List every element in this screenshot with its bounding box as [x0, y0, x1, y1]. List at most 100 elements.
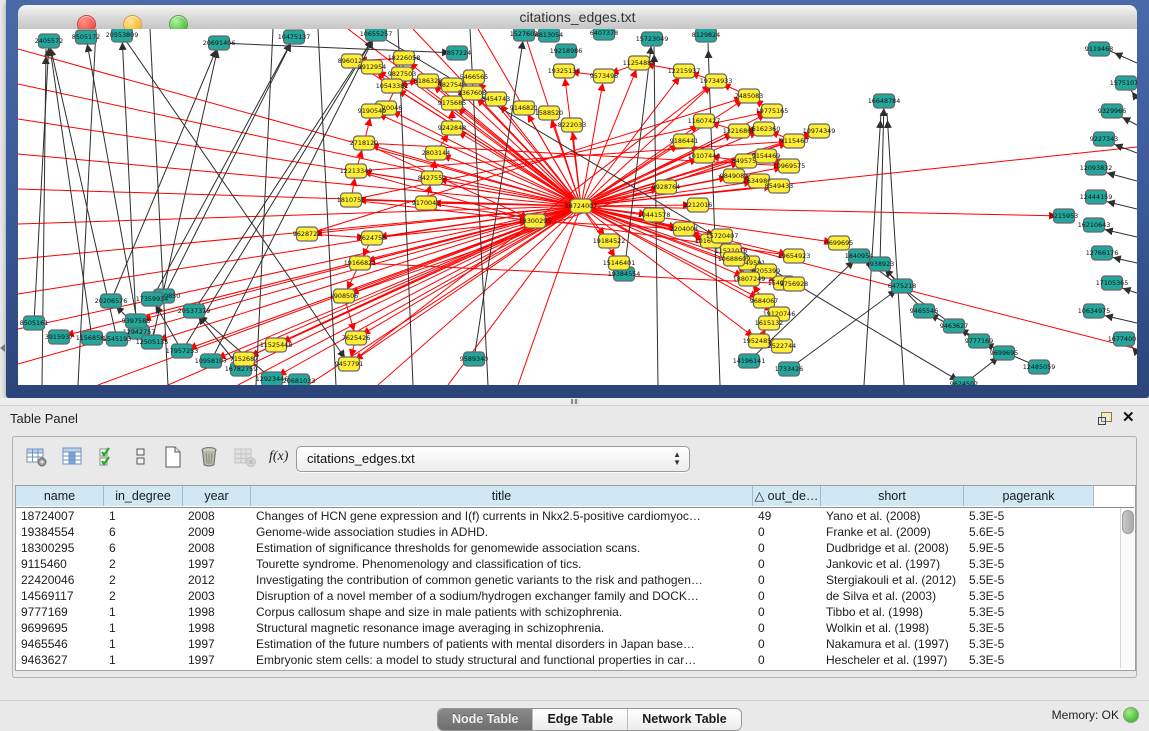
column-header-in_degree[interactable]: in_degree — [104, 486, 183, 506]
cell-pagerank[interactable]: 5.3E-5 — [964, 620, 1094, 636]
graph-node[interactable]: 9115460 — [780, 134, 808, 148]
cell-name[interactable]: 18724007 — [16, 508, 104, 524]
cell-title[interactable]: Structural magnetic resonance image aver… — [251, 620, 753, 636]
cell-title[interactable]: Corpus callosum shape and size in male p… — [251, 604, 753, 620]
graph-node[interactable]: 9624502 — [950, 377, 978, 385]
graph-node[interactable]: 8212016 — [684, 198, 712, 212]
cell-out_degree[interactable]: 0 — [753, 540, 821, 556]
cell-title[interactable]: Embryonic stem cells: a model to study s… — [251, 652, 753, 668]
cell-out_degree[interactable]: 0 — [753, 604, 821, 620]
cell-out_degree[interactable]: 49 — [753, 508, 821, 524]
graph-node[interactable]: 9146821 — [510, 101, 538, 115]
cell-name[interactable]: 22420046 — [16, 572, 104, 588]
cell-name[interactable]: 9699695 — [16, 620, 104, 636]
graph-node[interactable]: 8505172 — [72, 30, 100, 44]
cell-out_degree[interactable]: 0 — [753, 556, 821, 572]
cell-pagerank[interactable]: 5.3E-5 — [964, 588, 1094, 604]
graph-node[interactable]: 6475218 — [888, 279, 916, 293]
cell-title[interactable]: Changes of HCN gene expression and I(f) … — [251, 508, 753, 524]
graph-node[interactable]: 15723049 — [636, 32, 669, 46]
cell-name[interactable]: 9465546 — [16, 636, 104, 652]
cell-in_degree[interactable]: 2 — [104, 556, 183, 572]
cell-name[interactable]: 9115460 — [16, 556, 104, 572]
cell-short[interactable]: Nakamura et al. (1997) — [821, 636, 964, 652]
graph-node[interactable]: 9777169 — [965, 334, 993, 348]
cell-short[interactable]: Stergiakouli et al. (2012) — [821, 572, 964, 588]
graph-node[interactable]: 14196141 — [733, 354, 766, 368]
graph-node[interactable]: 7857224 — [443, 46, 471, 60]
graph-node[interactable]: 9154469 — [752, 149, 780, 163]
graph-node[interactable]: 9329966 — [1098, 104, 1126, 118]
cell-name[interactable]: 18300295 — [16, 540, 104, 556]
row-height-button[interactable] — [129, 445, 155, 471]
cell-title[interactable]: Estimation of the future numbers of pati… — [251, 636, 753, 652]
graph-node[interactable]: 9119468 — [1085, 42, 1113, 56]
scrollbar-thumb[interactable] — [1122, 510, 1134, 534]
split-pane-divider[interactable] — [0, 398, 1149, 406]
cell-year[interactable]: 2009 — [183, 524, 251, 540]
graph-node[interactable]: 20691406 — [203, 36, 236, 50]
graph-node[interactable]: 8215953 — [1050, 209, 1078, 223]
graph-node[interactable]: 12213349 — [340, 164, 373, 178]
graph-node[interactable]: 8427552 — [418, 171, 446, 185]
cell-short[interactable]: Wolkin et al. (1998) — [821, 620, 964, 636]
graph-node[interactable]: 9227343 — [1090, 132, 1118, 146]
graph-node[interactable]: 9170043 — [412, 196, 440, 210]
graph-node[interactable]: 10475137 — [278, 30, 311, 44]
graph-node[interactable]: 9463627 — [940, 319, 968, 333]
cell-in_degree[interactable]: 2 — [104, 588, 183, 604]
cell-year[interactable]: 2008 — [183, 508, 251, 524]
cell-pagerank[interactable]: 5.5E-5 — [964, 572, 1094, 588]
graph-node[interactable]: 9465546 — [910, 304, 938, 318]
cell-out_degree[interactable]: 0 — [753, 572, 821, 588]
graph-node[interactable]: 9684067 — [750, 294, 778, 308]
graph-node[interactable]: 10655257 — [360, 29, 393, 41]
table-settings-button[interactable] — [25, 445, 51, 471]
cell-year[interactable]: 1997 — [183, 636, 251, 652]
cell-year[interactable]: 1998 — [183, 620, 251, 636]
graph-node[interactable]: 11607427 — [688, 114, 721, 128]
divider-grip-icon[interactable] — [571, 399, 579, 404]
cell-title[interactable]: Disruption of a novel member of a sodium… — [251, 588, 753, 604]
cell-year[interactable]: 2003 — [183, 588, 251, 604]
graph-node[interactable]: 8222033 — [558, 118, 586, 132]
graph-node[interactable]: 20553809 — [106, 29, 139, 42]
graph-node[interactable]: 9175685 — [438, 96, 466, 110]
graph-node[interactable]: 8813054 — [535, 29, 563, 42]
show-columns-button[interactable] — [61, 445, 87, 471]
column-header-name[interactable]: name — [16, 486, 104, 506]
cell-short[interactable]: Dudbridge et al. (2008) — [821, 540, 964, 556]
close-panel-icon[interactable]: ✕ — [1122, 409, 1135, 427]
table-row[interactable]: 977716911998Corpus callosum shape and si… — [16, 604, 1120, 620]
cell-out_degree[interactable]: 0 — [753, 620, 821, 636]
table-row[interactable]: 1456911722003Disruption of a novel membe… — [16, 588, 1120, 604]
graph-node[interactable]: 1588520 — [535, 106, 563, 120]
cell-pagerank[interactable]: 5.3E-5 — [964, 508, 1094, 524]
cell-title[interactable]: Genome-wide association studies in ADHD. — [251, 524, 753, 540]
graph-node[interactable]: 8549433 — [765, 179, 793, 193]
cell-short[interactable]: Jankovic et al. (1997) — [821, 556, 964, 572]
collapse-panel-arrow-icon[interactable] — [0, 344, 5, 352]
window-titlebar[interactable]: citations_edges.txt — [18, 5, 1137, 30]
graph-node[interactable]: 15751074 — [1110, 76, 1137, 90]
graph-node[interactable]: 6407378 — [590, 29, 618, 40]
graph-node[interactable]: 1840954 — [845, 249, 873, 263]
cell-out_degree[interactable]: 0 — [753, 636, 821, 652]
select-columns-button[interactable] — [97, 445, 123, 471]
graph-node[interactable]: 2803144 — [422, 146, 450, 160]
cell-in_degree[interactable]: 6 — [104, 524, 183, 540]
function-builder-button[interactable]: f(x) — [269, 449, 295, 475]
table-selector-dropdown[interactable]: citations_edges.txt ▲▼ — [296, 446, 690, 472]
cell-pagerank[interactable]: 5.3E-5 — [964, 604, 1094, 620]
column-header-title[interactable]: title — [251, 486, 753, 506]
table-row[interactable]: 946554611997Estimation of the future num… — [16, 636, 1120, 652]
cell-out_degree[interactable]: 0 — [753, 524, 821, 540]
graph-node[interactable]: 7624758 — [358, 231, 386, 245]
cell-short[interactable]: de Silva et al. (2003) — [821, 588, 964, 604]
graph-node[interactable]: 8912954 — [358, 60, 386, 74]
graph-node[interactable]: 19325136 — [548, 64, 581, 78]
cell-in_degree[interactable]: 1 — [104, 604, 183, 620]
column-header-year[interactable]: year — [183, 486, 251, 506]
cell-name[interactable]: 9463627 — [16, 652, 104, 668]
cell-short[interactable]: Hescheler et al. (1997) — [821, 652, 964, 668]
